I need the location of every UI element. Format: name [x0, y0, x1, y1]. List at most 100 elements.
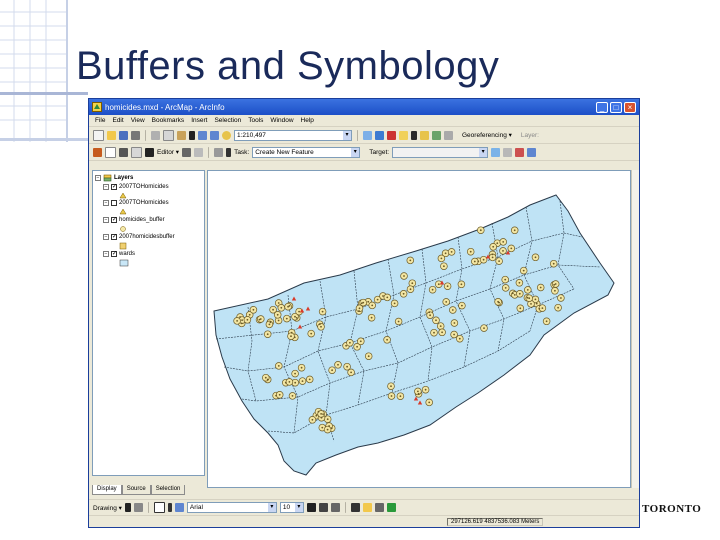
font-combo[interactable]: Arial ▾ — [186, 502, 277, 513]
full-extent-icon[interactable] — [105, 146, 116, 158]
results-icon[interactable] — [444, 130, 453, 140]
split-icon[interactable] — [503, 147, 513, 157]
drawing-menu[interactable]: Drawing ▾ — [93, 504, 122, 512]
toc-layers-root[interactable]: − Layers — [95, 174, 133, 182]
menu-insert[interactable]: Insert — [191, 117, 207, 124]
close-button[interactable]: × — [624, 101, 636, 113]
polygon-symbol-icon — [119, 242, 127, 250]
homicide-point — [433, 331, 435, 334]
measure-icon[interactable] — [226, 147, 232, 157]
target-combo[interactable]: ▾ — [392, 146, 489, 158]
sketch-tool-icon[interactable] — [182, 147, 192, 157]
window-titlebar[interactable]: homicides.mxd - ArcMap - ArcInfo _ □ × — [89, 99, 639, 115]
editor-menu[interactable]: Editor ▾ — [157, 148, 179, 156]
layer-name[interactable]: homicides_buffer — [119, 217, 165, 223]
cut-icon[interactable] — [151, 130, 160, 140]
add-data-icon[interactable] — [222, 130, 231, 140]
menu-selection[interactable]: Selection — [214, 117, 241, 124]
open-folder-icon[interactable] — [107, 130, 116, 140]
collapse-icon[interactable]: − — [103, 184, 109, 190]
toc-layer-row[interactable]: − ✓ 2007homicidesbuffer — [103, 233, 175, 241]
map-view[interactable] — [207, 170, 631, 488]
paste-icon[interactable] — [177, 130, 186, 140]
toc-layer-row[interactable]: − ✓ 2007TOHomicides — [103, 183, 169, 191]
menu-bookmarks[interactable]: Bookmarks — [152, 117, 185, 124]
menu-tools[interactable]: Tools — [248, 117, 263, 124]
layer-name[interactable]: 2007TOHomicides — [119, 184, 169, 190]
select-elements-icon[interactable] — [145, 147, 154, 157]
underline-icon[interactable] — [330, 503, 340, 512]
italic-icon[interactable] — [318, 503, 328, 512]
model-builder-icon[interactable] — [420, 130, 429, 140]
copy-icon[interactable] — [163, 129, 174, 141]
save-icon[interactable] — [119, 130, 128, 140]
toc-layer-row[interactable]: − ✓ wards — [103, 250, 135, 258]
collapse-icon[interactable]: − — [95, 175, 101, 181]
bold-icon[interactable] — [306, 503, 316, 512]
python-window-icon[interactable] — [432, 130, 441, 140]
homicide-point — [439, 325, 442, 327]
layer-visibility-checkbox[interactable]: ✓ — [111, 234, 117, 240]
menu-view[interactable]: View — [131, 117, 145, 124]
redo-icon[interactable] — [210, 130, 219, 140]
layer-visibility-checkbox[interactable]: ✓ — [111, 217, 117, 223]
text-tool-icon[interactable] — [167, 503, 172, 512]
editor-toolbar-icon[interactable] — [363, 130, 372, 140]
tab-selection[interactable]: Selection — [150, 485, 186, 495]
collapse-icon[interactable]: − — [103, 251, 109, 257]
minimize-button[interactable]: _ — [596, 101, 608, 113]
magnifier-icon[interactable] — [527, 147, 537, 157]
layer-visibility-checkbox[interactable]: ✓ — [111, 184, 117, 190]
toc-layer-row[interactable]: − 2007TOHomicides — [103, 199, 169, 207]
georeferencing-menu[interactable]: Georeferencing ▾ — [462, 131, 512, 139]
layer-name[interactable]: 2007homicidesbuffer — [119, 234, 175, 240]
menu-help[interactable]: Help — [301, 117, 314, 124]
homicide-point — [534, 256, 537, 259]
font-size-combo[interactable]: 10 ▾ — [279, 502, 304, 513]
menu-window[interactable]: Window — [270, 117, 293, 124]
tab-source[interactable]: Source — [121, 485, 151, 495]
rectangle-tool-icon[interactable] — [153, 502, 165, 513]
rotate-icon[interactable] — [133, 503, 143, 512]
fixed-zoom-icon[interactable] — [131, 146, 142, 158]
homicide-point — [528, 297, 531, 300]
edit-vertices-icon[interactable] — [174, 503, 184, 512]
zoom-in-icon[interactable] — [93, 147, 102, 157]
new-document-icon[interactable] — [93, 129, 104, 141]
map-vertical-scrollbar[interactable] — [631, 170, 639, 488]
layer-visibility-checkbox[interactable] — [111, 200, 117, 206]
homicide-point — [409, 259, 412, 262]
toc-layer-row[interactable]: − ✓ homicides_buffer — [103, 216, 165, 224]
font-color-icon[interactable] — [350, 503, 360, 512]
attributes-icon[interactable] — [491, 147, 501, 157]
maximize-button[interactable]: □ — [610, 101, 622, 113]
arctoolbox-icon[interactable] — [375, 130, 384, 140]
homicide-point — [264, 376, 267, 379]
tab-display[interactable]: Display — [92, 485, 122, 495]
arccatalog-icon[interactable] — [387, 130, 396, 140]
find-icon[interactable] — [214, 147, 224, 157]
map-scale-combo[interactable]: 1:210,497 ▾ — [234, 129, 352, 141]
delete-icon[interactable] — [189, 130, 195, 140]
layer-name[interactable]: 2007TOHomicides — [119, 200, 169, 206]
undo-icon[interactable] — [198, 130, 207, 140]
collapse-icon[interactable]: − — [103, 234, 109, 240]
identify-icon[interactable] — [194, 147, 204, 157]
command-line-icon[interactable] — [399, 130, 408, 140]
menu-file[interactable]: File — [95, 117, 105, 124]
select-pointer-icon[interactable] — [124, 503, 131, 512]
layer-name[interactable]: wards — [119, 251, 135, 257]
line-color-icon[interactable] — [374, 503, 384, 512]
layer-visibility-checkbox[interactable]: ✓ — [111, 251, 117, 257]
collapse-icon[interactable]: − — [103, 200, 109, 206]
fill-color-icon[interactable] — [362, 503, 372, 512]
marker-color-icon[interactable] — [386, 503, 396, 512]
homicide-point — [504, 278, 507, 281]
help-pointer-icon[interactable] — [411, 130, 417, 140]
print-icon[interactable] — [131, 130, 140, 140]
collapse-icon[interactable]: − — [103, 217, 109, 223]
sketch-properties-icon[interactable] — [515, 147, 525, 157]
menu-edit[interactable]: Edit — [112, 117, 123, 124]
pan-icon[interactable] — [119, 147, 128, 157]
task-combo[interactable]: Create New Feature ▾ — [252, 146, 361, 158]
